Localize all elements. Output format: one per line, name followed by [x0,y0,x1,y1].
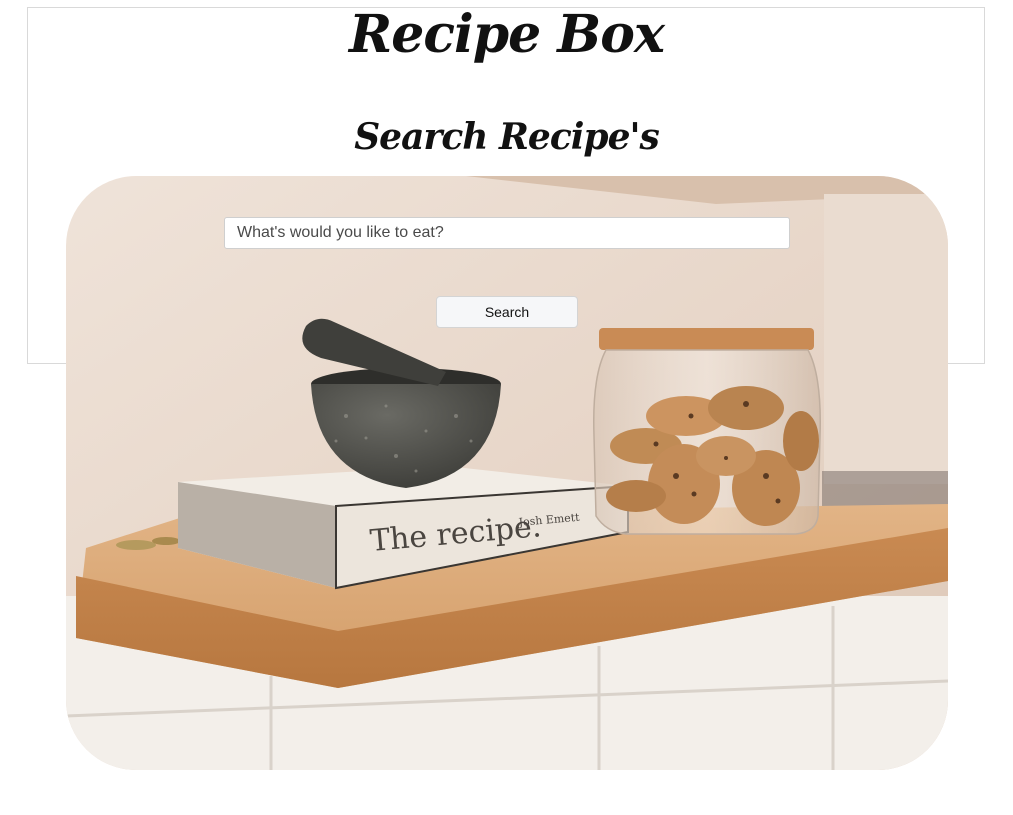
page: Recipe Box Search Recipe's The recipe. J… [0,0,1013,815]
coin [116,540,156,550]
search-input[interactable] [224,217,790,249]
section-title: Search Recipe's [354,116,660,158]
jar-lid [599,328,814,350]
hero-image: The recipe. Josh Emett [66,176,948,770]
kitchen-shelf-illustration: The recipe. Josh Emett [66,176,948,770]
app-title: Recipe Box [349,4,665,65]
search-button[interactable]: Search [436,296,578,328]
coin [152,537,180,545]
side-panel [824,194,948,484]
